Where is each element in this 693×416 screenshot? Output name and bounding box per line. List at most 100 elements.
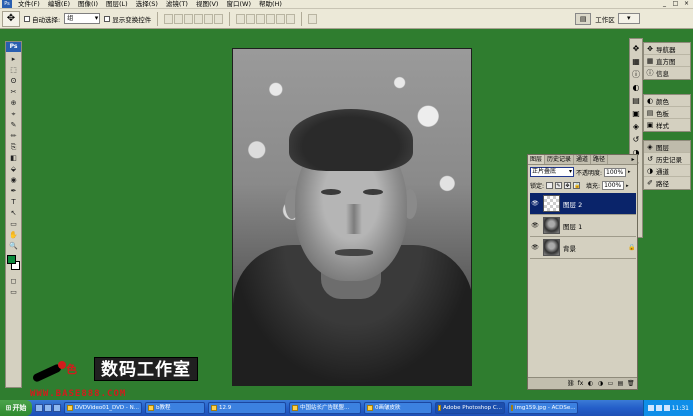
brush-tool-icon[interactable]: ✎	[8, 120, 20, 131]
tab-history[interactable]: 历史记录	[545, 155, 575, 164]
tab-paths[interactable]: 路径	[591, 155, 609, 164]
workspace-dropdown[interactable]: ▾	[617, 13, 640, 24]
quick-launch-icon[interactable]	[35, 404, 43, 412]
lock-all-icon[interactable]: 🔒	[573, 182, 580, 189]
fill-slider-icon[interactable]: ▸	[626, 183, 629, 189]
tray-icon[interactable]	[663, 405, 670, 411]
clock[interactable]: 11:31	[672, 405, 689, 412]
taskbar-button[interactable]: 中国站长广告联盟...	[289, 402, 361, 414]
start-button[interactable]: ⊞ 开始	[0, 400, 32, 416]
history-icon[interactable]: ↺	[631, 134, 642, 145]
lock-transparent-icon[interactable]	[546, 182, 554, 189]
histogram-icon[interactable]: ▦	[631, 56, 642, 67]
layer-row[interactable]: 👁 图层 2	[530, 193, 636, 215]
align-left-icon[interactable]	[194, 13, 204, 24]
menu-image[interactable]: 图像(I)	[74, 0, 102, 9]
layer-row[interactable]: 👁 图层 1	[530, 215, 636, 237]
eraser-tool-icon[interactable]: ◧	[8, 153, 20, 164]
hand-tool-icon[interactable]: ✋	[8, 230, 20, 241]
menu-select[interactable]: 选择(S)	[132, 0, 162, 9]
layer-style-icon[interactable]: fx	[577, 380, 584, 387]
styles-icon[interactable]: ▣	[631, 108, 642, 119]
distribute-bottom-icon[interactable]	[256, 13, 266, 24]
adjustment-layer-icon[interactable]: ◑	[597, 380, 604, 387]
tool-preset-picker[interactable]: ✥	[2, 10, 20, 27]
tray-icon[interactable]	[647, 405, 654, 411]
layers-icon[interactable]: ◈	[631, 121, 642, 132]
dock-item-histogram[interactable]: ▦ 直方图	[644, 55, 690, 67]
info-icon[interactable]: ⓘ	[631, 69, 642, 80]
taskbar-button[interactable]: DVDVideo01_DVD - N...	[64, 402, 142, 414]
visibility-eye-icon[interactable]: 👁	[530, 200, 540, 207]
new-layer-icon[interactable]: ▤	[617, 380, 624, 387]
auto-select-checkbox[interactable]: 自动选择:	[24, 14, 60, 24]
gradient-tool-icon[interactable]: ⬙	[8, 164, 20, 175]
maximize-button[interactable]: □	[671, 0, 680, 8]
auto-select-dropdown[interactable]: 组	[64, 13, 101, 24]
menu-view[interactable]: 视图(V)	[192, 0, 223, 9]
lock-position-icon[interactable]: ✥	[564, 182, 572, 189]
align-bottom-icon[interactable]	[184, 13, 194, 24]
move-tool-icon[interactable]: ▸	[8, 54, 20, 65]
taskbar-button[interactable]: Adobe Photoshop C...	[435, 402, 505, 414]
zoom-tool-icon[interactable]: 🔍	[8, 241, 20, 252]
blend-mode-select[interactable]: 正片叠底	[530, 167, 574, 177]
menu-filter[interactable]: 滤镜(T)	[162, 0, 192, 9]
eyedropper-tool-icon[interactable]: ⌖	[8, 109, 20, 120]
dodge-tool-icon[interactable]: ◉	[8, 175, 20, 186]
color-icon[interactable]: ◐	[631, 82, 642, 93]
menu-window[interactable]: 窗口(W)	[222, 0, 255, 9]
dock-item-styles[interactable]: ▣ 样式	[644, 119, 690, 131]
distribute-top-icon[interactable]	[236, 13, 246, 24]
taskbar-button[interactable]: img159.jpg - ACDSe...	[508, 402, 578, 414]
quick-launch-icon[interactable]	[44, 404, 52, 412]
dock-item-paths[interactable]: ✐ 路径	[644, 177, 690, 189]
quick-mask-icon[interactable]: ◻	[8, 276, 20, 287]
foreground-color-swatch[interactable]	[6, 255, 16, 264]
dock-item-color[interactable]: ◐ 颜色	[644, 95, 690, 107]
opacity-slider-icon[interactable]: ▸	[628, 169, 631, 175]
menu-layer[interactable]: 图层(L)	[102, 0, 132, 9]
dock-item-swatches[interactable]: ▤ 色板	[644, 107, 690, 119]
dock-item-navigator[interactable]: ✥ 导航器	[644, 43, 690, 55]
tab-channels[interactable]: 通道	[574, 155, 592, 164]
healing-tool-icon[interactable]: ⊕	[8, 98, 20, 109]
crop-tool-icon[interactable]: ✂	[8, 87, 20, 98]
fill-input[interactable]: 100%	[602, 181, 625, 190]
visibility-eye-icon[interactable]: 👁	[530, 244, 540, 251]
layer-row[interactable]: 👁 背景 🔒	[530, 237, 636, 259]
close-button[interactable]: ×	[682, 0, 691, 8]
tray-icon[interactable]	[655, 405, 662, 411]
dock-item-layers[interactable]: ◈ 图层	[644, 141, 690, 153]
delete-layer-icon[interactable]: 🗑	[627, 380, 635, 387]
path-select-tool-icon[interactable]: ↖	[8, 208, 20, 219]
visibility-eye-icon[interactable]: 👁	[530, 222, 540, 229]
show-transform-checkbox[interactable]: 显示变换控件	[104, 14, 151, 24]
dock-item-history[interactable]: ↺ 历史记录	[644, 153, 690, 165]
minimize-button[interactable]: _	[660, 0, 669, 8]
align-right-icon[interactable]	[214, 13, 224, 24]
lock-pixels-icon[interactable]: ✎	[555, 182, 563, 189]
dock-item-info[interactable]: ⓘ 信息	[644, 67, 690, 79]
layer-mask-icon[interactable]: ◐	[587, 380, 594, 387]
distribute-left-icon[interactable]	[266, 13, 276, 24]
document-canvas[interactable]	[232, 48, 472, 386]
taskbar-button[interactable]: 0画皱皮肤	[364, 402, 432, 414]
menu-help[interactable]: 帮助(H)	[255, 0, 286, 9]
marquee-tool-icon[interactable]: ⬚	[8, 65, 20, 76]
taskbar-button[interactable]: 12.9	[208, 402, 286, 414]
menu-edit[interactable]: 编辑(E)	[44, 0, 74, 9]
quick-launch-icon[interactable]	[53, 404, 61, 412]
taskbar-button[interactable]: b教程	[145, 402, 205, 414]
lasso-tool-icon[interactable]: ʘ	[8, 76, 20, 87]
align-top-icon[interactable]	[164, 13, 174, 24]
new-group-icon[interactable]: ▭	[607, 380, 614, 387]
dock-item-channels[interactable]: ◑ 通道	[644, 165, 690, 177]
screen-mode-icon[interactable]: ▭	[8, 287, 20, 298]
pen-tool-icon[interactable]: ✒	[8, 186, 20, 197]
align-vcenter-icon[interactable]	[174, 13, 184, 24]
workspace-control[interactable]: 工作区 ▾	[595, 13, 640, 24]
auto-align-icon[interactable]	[308, 13, 318, 24]
link-layers-icon[interactable]: ⛓	[567, 380, 575, 387]
ps-logo[interactable]: Ps	[6, 42, 21, 52]
